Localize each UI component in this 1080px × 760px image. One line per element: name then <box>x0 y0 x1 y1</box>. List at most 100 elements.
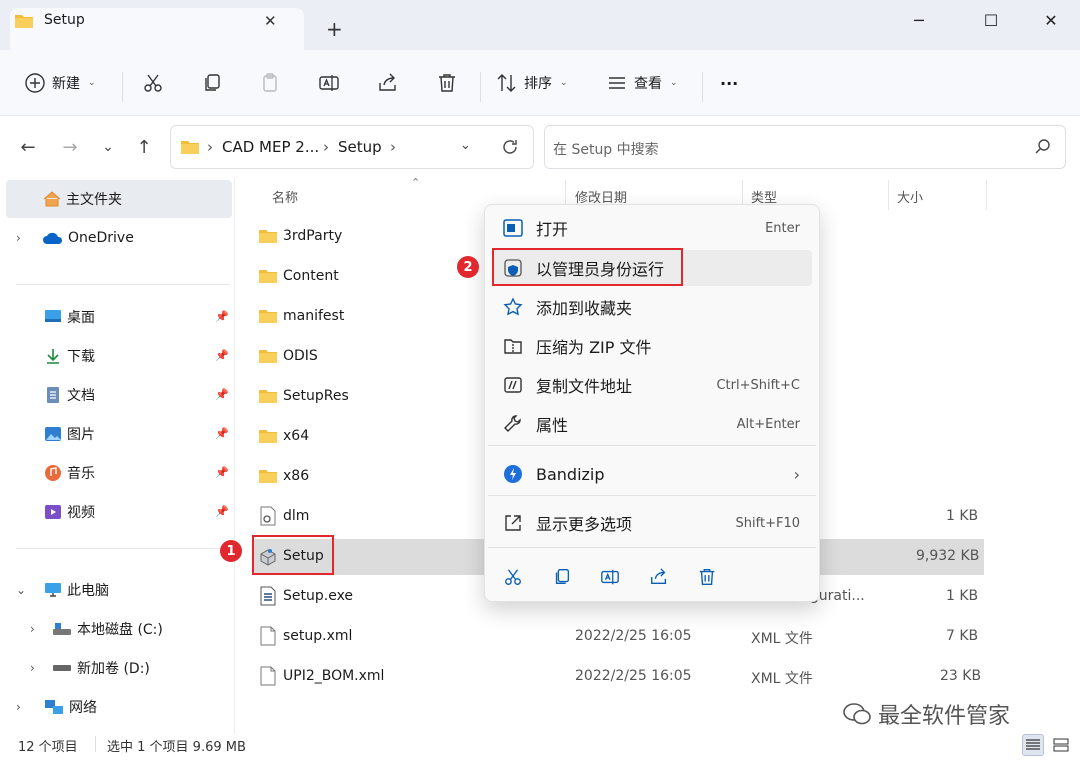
tiles-view-button[interactable] <box>1050 734 1072 756</box>
new-button[interactable]: 新建 ⌄ <box>24 66 96 100</box>
file-name: dlm <box>283 508 310 524</box>
delete-button[interactable] <box>431 66 463 100</box>
search-icon[interactable] <box>1034 138 1052 156</box>
refresh-icon[interactable] <box>500 137 520 157</box>
sidebar-item-videos[interactable]: 视频 <box>44 500 95 524</box>
up-arrow-icon[interactable]: ↑ <box>130 134 158 160</box>
download-icon <box>44 347 62 365</box>
sidebar-item-drive-c[interactable]: 本地磁盘 (C:) <box>52 617 163 641</box>
sidebar-item-pictures[interactable]: 图片 <box>44 422 95 446</box>
menu-separator <box>488 495 816 496</box>
pin-icon[interactable]: 📌 <box>215 349 229 362</box>
minimize-button[interactable]: ─ <box>896 6 942 34</box>
menu-rename-button[interactable] <box>595 562 625 592</box>
rename-icon <box>600 567 620 587</box>
forward-arrow-icon[interactable]: → <box>56 134 84 160</box>
pin-icon[interactable]: 📌 <box>215 427 229 440</box>
collapse-chevron-icon[interactable]: ⌄ <box>16 578 26 602</box>
sidebar-label: 网络 <box>69 700 97 716</box>
copy-button[interactable] <box>196 66 228 100</box>
menu-item-add-favorites[interactable]: 添加到收藏夹 <box>500 289 812 325</box>
search-input[interactable]: 在 Setup 中搜索 <box>553 139 659 159</box>
column-header-name[interactable]: 名称 <box>272 187 298 206</box>
drive-icon <box>52 663 72 673</box>
expand-chevron-icon[interactable]: › <box>16 226 21 250</box>
sidebar-label: 本地磁盘 (C:) <box>77 622 163 638</box>
menu-item-properties[interactable]: 属性 Alt+Enter <box>500 406 812 442</box>
menu-copy-button[interactable] <box>547 562 577 592</box>
folder-icon <box>258 468 278 484</box>
menu-item-label: 添加到收藏夹 <box>536 299 633 318</box>
pin-icon[interactable]: 📌 <box>215 505 229 518</box>
pin-icon[interactable]: 📌 <box>215 310 229 323</box>
zip-icon <box>502 335 524 357</box>
expand-chevron-icon[interactable]: › <box>30 617 35 641</box>
menu-item-compress-zip[interactable]: 压缩为 ZIP 文件 <box>500 328 812 364</box>
pin-icon[interactable]: 📌 <box>215 388 229 401</box>
menu-item-copy-path[interactable]: 复制文件地址 Ctrl+Shift+C <box>500 367 812 403</box>
menu-share-button[interactable] <box>644 562 674 592</box>
sidebar-item-onedrive[interactable]: OneDrive <box>42 226 134 250</box>
close-button[interactable]: ✕ <box>1028 6 1074 34</box>
tab-close-icon[interactable]: ✕ <box>264 12 277 30</box>
menu-item-label: 复制文件地址 <box>536 377 633 396</box>
recent-chevron-icon[interactable]: ⌄ <box>94 134 122 160</box>
menu-item-open[interactable]: 打开 Enter <box>500 210 812 246</box>
details-view-button[interactable] <box>1022 734 1044 756</box>
sort-button[interactable]: 排序 ⌄ <box>496 66 568 100</box>
maximize-button[interactable]: ☐ <box>968 6 1014 34</box>
file-size: 1 KB <box>946 588 979 604</box>
cut-button[interactable] <box>137 66 169 100</box>
menu-item-more-options[interactable]: 显示更多选项 Shift+F10 <box>500 505 812 541</box>
breadcrumb-separator: › <box>390 138 396 156</box>
drive-icon <box>52 622 72 636</box>
selection-info: 选中 1 个项目 9.69 MB <box>107 740 246 755</box>
column-divider[interactable] <box>986 180 987 210</box>
breadcrumb-item[interactable]: Setup <box>338 138 382 156</box>
trash-icon <box>431 67 463 99</box>
rename-button[interactable] <box>313 66 345 100</box>
folder-icon <box>258 308 278 324</box>
more-button[interactable]: ··· <box>720 66 738 100</box>
expand-chevron-icon[interactable]: › <box>16 695 21 719</box>
menu-item-label: 显示更多选项 <box>536 515 633 534</box>
breadcrumb-item[interactable]: CAD MEP 2... <box>222 138 319 156</box>
star-icon <box>502 296 524 318</box>
sidebar-item-home-row[interactable]: 主文件夹 <box>42 187 122 211</box>
paste-button[interactable] <box>254 66 286 100</box>
sidebar-item-music[interactable]: 音乐 <box>44 461 95 485</box>
column-header-size[interactable]: 大小 <box>897 187 923 206</box>
file-date: 2022/2/25 16:05 <box>575 628 692 644</box>
back-arrow-icon[interactable]: ← <box>14 134 42 160</box>
menu-item-bandizip[interactable]: Bandizip › <box>500 456 812 492</box>
sidebar-item-download[interactable]: 下载 <box>44 344 95 368</box>
share-button[interactable] <box>372 66 404 100</box>
menu-cut-button[interactable] <box>498 562 528 592</box>
scissors-icon <box>503 567 523 587</box>
expand-chevron-icon[interactable]: › <box>30 656 35 680</box>
sidebar-label: OneDrive <box>68 230 134 246</box>
plus-circle-icon <box>24 72 46 94</box>
sort-ascending-icon: ⌃ <box>411 176 421 189</box>
pin-icon[interactable]: 📌 <box>215 466 229 479</box>
sidebar-item-drive-d[interactable]: 新加卷 (D:) <box>52 656 150 680</box>
annotation-box-run-as-admin <box>492 248 683 286</box>
address-dropdown-icon[interactable]: ⌄ <box>460 138 471 153</box>
share-icon <box>649 567 669 587</box>
desktop-icon <box>44 309 62 325</box>
sidebar-item-network[interactable]: 网络 <box>44 695 97 719</box>
new-tab-button[interactable]: + <box>326 19 343 39</box>
menu-separator <box>488 445 816 446</box>
menu-delete-button[interactable] <box>692 562 722 592</box>
pane-divider[interactable] <box>234 178 235 734</box>
column-divider[interactable] <box>888 180 889 210</box>
sidebar-item-documents[interactable]: 文档 <box>44 383 95 407</box>
sidebar-label: 此电脑 <box>67 583 109 599</box>
menu-item-shortcut: Alt+Enter <box>736 416 800 432</box>
sidebar-item-this-pc[interactable]: 此电脑 <box>44 578 109 602</box>
file-type: XML 文件 <box>751 631 813 647</box>
file-size: 1 KB <box>946 508 979 524</box>
computer-icon <box>44 582 62 598</box>
sidebar-item-desktop[interactable]: 桌面 <box>44 305 95 329</box>
view-button[interactable]: 查看 ⌄ <box>606 66 678 100</box>
